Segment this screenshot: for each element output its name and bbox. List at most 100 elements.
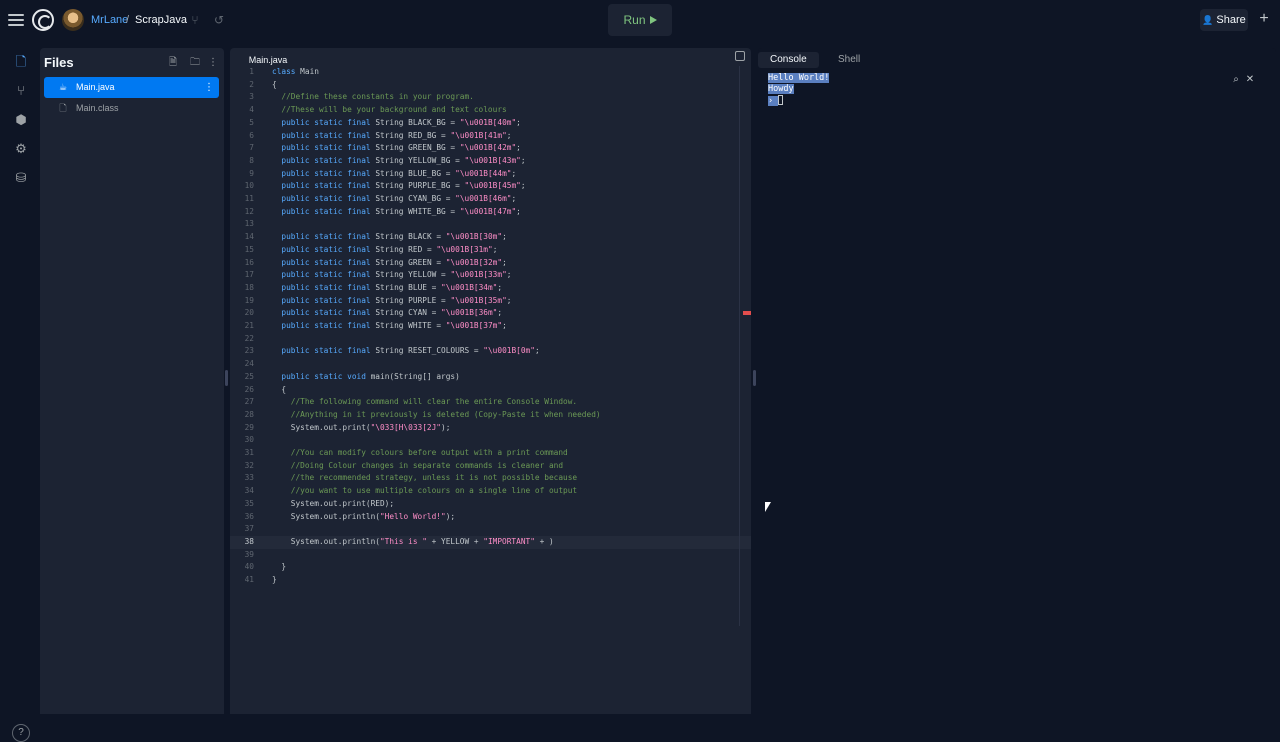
code-line[interactable]: 1 class Main	[230, 66, 751, 79]
line-number: 20	[244, 308, 254, 318]
database-icon[interactable]: ⛁	[13, 170, 29, 186]
code-line[interactable]: 9 public static final String BLUE_BG = "…	[230, 168, 751, 181]
hamburger-icon[interactable]	[8, 12, 24, 28]
console-output[interactable]: ⌕ ✕ Hello World! Howdy ›	[758, 70, 1276, 714]
code-line[interactable]: 30	[230, 434, 751, 447]
code-line[interactable]: 11 public static final String CYAN_BG = …	[230, 193, 751, 206]
code-text: }	[272, 575, 277, 584]
code-line[interactable]: 7 public static final String GREEN_BG = …	[230, 142, 751, 155]
code-line[interactable]: 18 public static final String BLUE = "\u…	[230, 282, 751, 295]
code-line[interactable]: 40 }	[230, 561, 751, 574]
file-item-main-class[interactable]: 🗋 Main.class	[44, 98, 219, 119]
code-line[interactable]: 38 System.out.println("This is " + YELLO…	[230, 535, 751, 549]
code-line[interactable]: 4 //These will be your background and te…	[230, 104, 751, 117]
editor-scrollbar[interactable]	[739, 66, 740, 626]
code-editor: Main.java 1 class Main 2{3 //Define these …	[230, 48, 751, 714]
code-line[interactable]: 23 public static final String RESET_COLO…	[230, 345, 751, 358]
code-line[interactable]: 29 System.out.print("\033[H\033[2J");	[230, 422, 751, 435]
code-text: public static final String RESET_COLOURS…	[281, 346, 540, 356]
repl-name[interactable]: ScrapJava	[135, 14, 187, 26]
line-number: 38	[244, 536, 254, 546]
code-line[interactable]: 26 {	[230, 384, 751, 397]
username-link[interactable]: MrLane	[91, 14, 128, 26]
file-item-main-java[interactable]: ☕ Main.java ⋮	[44, 77, 219, 98]
resize-handle[interactable]	[225, 370, 228, 386]
code-line[interactable]: 15 public static final String RED = "\u0…	[230, 244, 751, 257]
code-text: public static final String GREEN_BG = "\…	[281, 143, 521, 153]
code-line[interactable]: 6 public static final String RED_BG = "\…	[230, 130, 751, 143]
code-line[interactable]: 25 public static void main(String[] args…	[230, 371, 751, 384]
user-avatar[interactable]	[62, 9, 84, 31]
more-options-icon[interactable]: ⋮	[207, 57, 219, 69]
line-number: 24	[244, 359, 254, 369]
version-control-icon[interactable]: ⑂	[13, 83, 29, 99]
plus-icon[interactable]: +	[1256, 11, 1272, 27]
code-text: public static final String BLUE = "\u001…	[281, 282, 503, 292]
code-line[interactable]: 32 //Doing Colour changes in separate co…	[230, 460, 751, 473]
code-line[interactable]: 17 public static final String YELLOW = "…	[230, 269, 751, 282]
code-text: public static final String WHITE_BG = "\…	[281, 206, 521, 216]
history-icon[interactable]: ↺	[212, 13, 226, 27]
file-menu-icon[interactable]: ⋮	[204, 77, 214, 98]
line-number: 12	[244, 206, 254, 216]
code-line[interactable]: 37	[230, 523, 751, 536]
replit-logo-icon[interactable]	[32, 9, 54, 31]
tab-shell[interactable]: Shell	[838, 52, 860, 68]
code-text: System.out.println("Hello World!");	[272, 511, 456, 521]
close-icon[interactable]: ✕	[1244, 74, 1256, 86]
code-line[interactable]: 22	[230, 333, 751, 346]
code-text: public static final String PURPLE_BG = "…	[281, 181, 526, 191]
code-line[interactable]: 10 public static final String PURPLE_BG …	[230, 180, 751, 193]
line-number: 11	[244, 194, 254, 203]
code-line[interactable]: 5 public static final String BLACK_BG = …	[230, 117, 751, 130]
code-line[interactable]: 13	[230, 218, 751, 231]
code-line[interactable]: 28 //Anything in it previously is delete…	[230, 409, 751, 422]
code-line[interactable]: 12 public static final String WHITE_BG =…	[230, 206, 751, 219]
help-icon[interactable]: ?	[12, 724, 30, 742]
new-folder-icon[interactable]: 🗀	[189, 57, 201, 69]
line-number: 30	[244, 435, 254, 445]
code-line[interactable]: 41}	[230, 574, 751, 587]
code-line[interactable]: 20 public static final String CYAN = "\u…	[230, 307, 751, 320]
code-line[interactable]: 3 //Define these constants in your progr…	[230, 91, 751, 104]
code-text: public static final String YELLOW_BG = "…	[281, 155, 526, 165]
tab-console[interactable]: Console	[758, 52, 819, 68]
mouse-pointer	[765, 502, 771, 512]
code-line[interactable]: 39	[230, 549, 751, 562]
code-line[interactable]: 8 public static final String YELLOW_BG =…	[230, 155, 751, 168]
code-text: //Doing Colour changes in separate comma…	[272, 460, 564, 470]
run-button[interactable]: Run	[608, 4, 672, 36]
resize-handle[interactable]	[753, 370, 756, 386]
code-line[interactable]: 34 //you want to use multiple colours on…	[230, 485, 751, 498]
code-line[interactable]: 31 //You can modify colours before outpu…	[230, 447, 751, 460]
share-button[interactable]: 👤 Share	[1200, 9, 1248, 31]
right-panel: Console Shell ⌕ ✕ Hello World! Howdy ›	[758, 48, 1276, 714]
settings-gear-icon[interactable]: ⚙	[13, 141, 29, 157]
code-line[interactable]: 36 System.out.println("Hello World!");	[230, 511, 751, 524]
new-file-icon[interactable]: 🗎	[167, 57, 179, 69]
code-line[interactable]: 14 public static final String BLACK = "\…	[230, 231, 751, 244]
code-area[interactable]: 1 class Main 2{3 //Define these constants …	[230, 66, 751, 676]
code-line[interactable]: 35 System.out.print(RED);	[230, 498, 751, 511]
code-line[interactable]: 16 public static final String GREEN = "\…	[230, 257, 751, 270]
packages-icon[interactable]: ⬢	[13, 112, 29, 128]
fork-icon[interactable]: ⑂	[188, 13, 202, 27]
line-number: 36	[244, 511, 254, 521]
search-icon[interactable]: ⌕	[1230, 74, 1242, 86]
code-line[interactable]: 19 public static final String PURPLE = "…	[230, 295, 751, 308]
code-line[interactable]: 21 public static final String WHITE = "\…	[230, 320, 751, 333]
code-line[interactable]: 33 //the recommended strategy, unless it…	[230, 472, 751, 485]
code-text: //Define these constants in your program…	[272, 92, 474, 102]
line-number: 32	[244, 460, 254, 470]
line-number: 16	[244, 257, 254, 267]
code-text: //The following command will clear the e…	[272, 397, 578, 407]
code-line[interactable]: 24	[230, 358, 751, 371]
code-text: public static final String GREEN = "\u00…	[281, 257, 507, 267]
code-line[interactable]: 27 //The following command will clear th…	[230, 396, 751, 409]
editor-layout-icon[interactable]	[735, 51, 745, 61]
files-icon[interactable]: 🗋	[13, 54, 29, 70]
files-panel: Files 🗎 🗀 ⋮ ☕ Main.java ⋮ 🗋 Main.class	[40, 48, 224, 714]
code-text: public static final String BLUE_BG = "\u…	[281, 168, 517, 178]
line-number: 19	[244, 295, 254, 305]
code-line[interactable]: 2{	[230, 79, 751, 92]
